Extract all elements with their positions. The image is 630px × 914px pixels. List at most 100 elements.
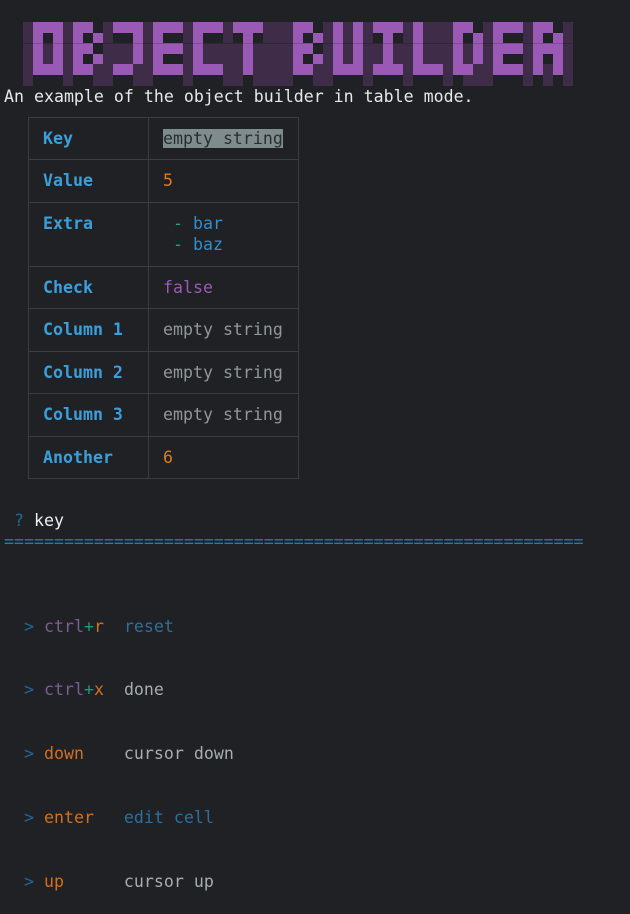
table-row[interactable]: Column 1 empty string (28, 308, 299, 352)
banner-pixel (213, 32, 223, 44)
banner-pixel (343, 75, 353, 86)
banner-pixel (343, 43, 353, 54)
prompt-line[interactable]: ? key (4, 510, 64, 531)
banner-pixel (303, 64, 313, 75)
banner-pixel (283, 43, 293, 54)
row-value[interactable]: empty string (148, 393, 299, 437)
banner-pixel (213, 22, 223, 33)
chevron-right-icon: > (23, 744, 34, 764)
banner-pixel (323, 64, 333, 75)
banner-pixel (123, 75, 133, 86)
row-key: Column 3 (28, 393, 149, 437)
banner-pixel (383, 53, 393, 65)
banner-pixel (313, 22, 323, 33)
banner-pixel (393, 64, 403, 75)
row-value[interactable]: empty string (148, 308, 299, 352)
help-item: > down cursor down (4, 743, 234, 764)
banner-pixel (253, 22, 263, 33)
banner-pixel (103, 32, 113, 44)
banner-pixel (163, 43, 173, 54)
banner-pixel (113, 22, 123, 33)
banner-pixel (563, 64, 573, 75)
row-value-cell[interactable]: empty string (148, 117, 299, 160)
banner-pixel (243, 64, 253, 75)
table-row[interactable]: Value 5 (28, 159, 299, 203)
banner-pixel (523, 75, 533, 86)
banner-pixel (493, 53, 503, 65)
banner-pixel (543, 53, 553, 65)
selected-value[interactable]: empty string (163, 129, 283, 148)
banner-pixel (373, 43, 383, 54)
banner-pixel (353, 53, 363, 65)
banner-pixel (63, 53, 73, 65)
banner-pixel (523, 53, 533, 65)
row-value[interactable]: 6 (148, 436, 299, 479)
banner-pixel (83, 75, 93, 86)
banner-pixel (73, 43, 83, 54)
banner-pixel (453, 53, 463, 65)
banner-pixel (523, 43, 533, 54)
banner-pixel (273, 22, 283, 33)
table-row[interactable]: Column 3 empty string (28, 393, 299, 437)
banner-pixel (53, 75, 63, 86)
table-row[interactable]: Another 6 (28, 436, 299, 479)
banner-pixel (463, 75, 473, 86)
banner-pixel (223, 53, 233, 65)
row-value[interactable]: false (148, 266, 299, 309)
banner-pixel (423, 32, 433, 44)
row-value-list[interactable]: - bar - baz (148, 202, 299, 267)
banner-pixel (163, 53, 173, 65)
banner-pixel (413, 43, 423, 54)
banner-pixel (503, 75, 513, 86)
list-bullet: - (173, 235, 183, 254)
help-key: enter (43, 808, 94, 828)
object-table: Key empty string Value 5 Extra - bar - b… (28, 117, 299, 479)
banner-pixel (253, 53, 263, 65)
banner-pixel (293, 75, 303, 86)
banner-pixel (483, 43, 493, 54)
banner-pixel (433, 32, 443, 44)
banner-pixel (233, 32, 243, 44)
help-desc: reset (123, 616, 174, 636)
banner-pixel (93, 75, 103, 86)
row-value[interactable]: 5 (148, 159, 299, 203)
table-row[interactable]: Extra - bar - baz (28, 202, 299, 267)
banner-pixel (363, 64, 373, 75)
table-row[interactable]: Column 2 empty string (28, 351, 299, 394)
banner-pixel (473, 64, 483, 75)
table-row[interactable]: Check false (28, 266, 299, 309)
banner-pixel (133, 64, 143, 75)
chevron-right-icon: > (23, 616, 34, 636)
banner-pixel (313, 43, 323, 54)
banner-pixel (143, 75, 153, 86)
banner-pixel (153, 64, 163, 75)
banner-pixel (403, 64, 413, 75)
banner-pixel (173, 22, 183, 33)
banner-pixel (23, 43, 33, 54)
banner-pixel (353, 22, 363, 33)
banner-pixel (563, 22, 573, 33)
help-modifier: ctrl (43, 680, 84, 700)
banner-pixel (143, 64, 153, 75)
banner-pixel (353, 43, 363, 54)
banner-pixel (23, 53, 33, 65)
row-key: Key (28, 117, 149, 160)
banner-pixel (183, 75, 193, 86)
row-value[interactable]: empty string (148, 351, 299, 394)
banner-pixel (433, 22, 443, 33)
banner-pixel (33, 43, 43, 54)
prompt-input[interactable]: key (34, 511, 64, 530)
banner-pixel (173, 64, 183, 75)
banner-pixel (133, 53, 143, 65)
banner-pixel (363, 22, 373, 33)
banner-pixel (463, 53, 473, 65)
banner-pixel (243, 43, 253, 54)
banner-pixel (153, 75, 163, 86)
banner-pixel (323, 43, 333, 54)
banner-pixel (343, 64, 353, 75)
chevron-right-icon: > (23, 680, 34, 700)
banner-pixel (293, 53, 303, 65)
banner-pixel (163, 75, 173, 86)
banner-pixel (383, 43, 393, 54)
table-row[interactable]: Key empty string (28, 117, 299, 160)
